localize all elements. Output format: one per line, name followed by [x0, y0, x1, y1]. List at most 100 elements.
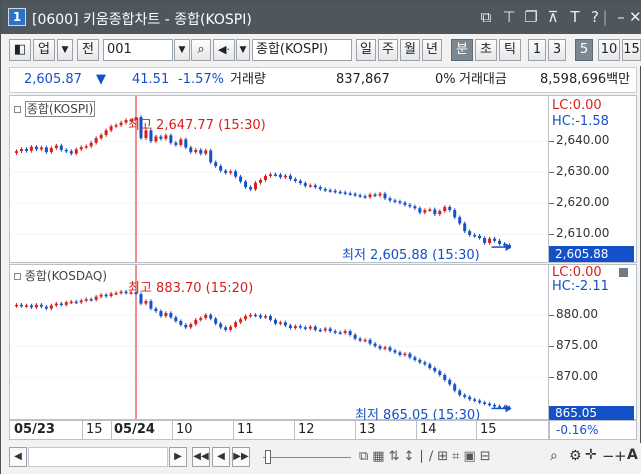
candle-body: [179, 139, 183, 145]
candle-body: [239, 319, 243, 323]
price-change-pct: -1.57%: [178, 72, 224, 87]
zoom-in-icon[interactable]: +: [614, 447, 627, 465]
period-tick-button[interactable]: 틱: [499, 39, 521, 61]
candle-body: [483, 402, 487, 404]
amount-label: 거래대금: [459, 72, 507, 87]
candle-body: [74, 149, 78, 154]
kosdaq-title-wrap[interactable]: 종합(KOSDAQ): [14, 267, 108, 284]
kosdaq-price-scale[interactable]: LC:0.00 HC:-2.11 880.00 875.00 870.00 865.…: [548, 265, 636, 421]
chart-window: 1 [0600] 키움종합차트 - 종합(KOSPI) ⧉ ⊤ ❐ ⊼ T ? …: [0, 0, 641, 474]
search-icon[interactable]: ⌕: [191, 39, 211, 61]
period-day-button[interactable]: 일: [356, 39, 376, 61]
candle-body: [154, 308, 158, 312]
candle-body: [159, 311, 163, 317]
candle-body: [308, 185, 312, 187]
sound-dropdown-icon[interactable]: ▼: [236, 39, 250, 61]
zoom-slider[interactable]: [257, 447, 357, 467]
auto-scale-icon[interactable]: A: [627, 447, 638, 463]
minimize-icon[interactable]: –: [612, 8, 630, 26]
zoom-out-icon[interactable]: −: [602, 447, 615, 465]
zoom-slider-track: [263, 457, 351, 458]
candle-body: [214, 318, 218, 324]
candle-body: [39, 304, 43, 307]
period-year-button[interactable]: 년: [422, 39, 442, 61]
candle-body: [244, 181, 248, 188]
candle-body: [273, 174, 277, 176]
link-icon[interactable]: ⧉: [477, 8, 495, 26]
prev-icon[interactable]: ◀: [212, 447, 230, 467]
pin-top-icon[interactable]: ⊤: [500, 8, 518, 26]
scrollbar-track[interactable]: [28, 447, 168, 467]
kosdaq-chart-panel[interactable]: 종합(KOSDAQ) 최고 883.70 (15:20) 최저 865.05 (…: [9, 264, 637, 423]
tool-icons[interactable]: ⧉▦⇅↕∣∕⊞⌗▣⊟: [359, 449, 495, 464]
candle-body: [298, 326, 302, 328]
period-minute-button[interactable]: 분: [451, 39, 473, 61]
candle-body: [59, 145, 63, 150]
kospi-title-wrap[interactable]: 종합(KOSPI): [14, 100, 96, 117]
restore-icon[interactable]: ❐: [522, 8, 540, 26]
interval-10-button[interactable]: 10: [598, 39, 620, 61]
quote-bar: 2,605.87 ▼ 41.51 -1.57% 거래량 837,867 0% 거…: [9, 67, 637, 93]
candle-body: [348, 331, 352, 335]
candle-body: [94, 138, 98, 143]
font-icon[interactable]: T: [566, 8, 584, 26]
candle-body: [239, 176, 243, 182]
price-change: 41.51: [132, 72, 170, 87]
zoom-slider-thumb[interactable]: [265, 450, 271, 464]
candle-body: [323, 188, 327, 191]
period-second-button[interactable]: 초: [475, 39, 497, 61]
market-dropdown-icon[interactable]: ▼: [57, 39, 73, 61]
scroll-right-icon[interactable]: ▶: [169, 447, 187, 467]
kospi-high-label: 최고 2,647.77 (15:30): [128, 118, 266, 133]
kosdaq-scale-menu-icon[interactable]: [619, 268, 628, 277]
kosdaq-high-label: 최고 883.70 (15:20): [128, 281, 254, 296]
xaxis-label: 15: [480, 422, 497, 437]
window-number-badge[interactable]: 1: [8, 8, 26, 26]
candle-body: [99, 135, 103, 139]
first-page-icon[interactable]: ◀◀: [192, 447, 210, 467]
scroll-left-icon[interactable]: ◀: [9, 447, 27, 467]
crosshair-icon[interactable]: ✛: [585, 447, 597, 463]
interval-3-button[interactable]: 3: [548, 39, 566, 61]
settings-icon[interactable]: ⚙: [569, 448, 582, 464]
period-week-button[interactable]: 주: [378, 39, 398, 61]
code-dropdown-icon[interactable]: ▼: [174, 39, 190, 61]
full-button[interactable]: 전: [77, 39, 99, 61]
close-icon[interactable]: ✕: [629, 8, 641, 26]
magnify-icon[interactable]: ⌕: [550, 448, 558, 464]
candle-body: [84, 299, 88, 301]
candle-body: [433, 368, 437, 372]
kospi-low-label: 최저 2,605.88 (15:30): [342, 248, 480, 263]
candle-body: [498, 240, 502, 244]
kosdaq-panel-icon[interactable]: [14, 273, 21, 280]
candle-body: [333, 190, 337, 193]
candle-body: [249, 187, 253, 190]
code-input[interactable]: 001: [103, 39, 173, 61]
candle-body: [184, 324, 188, 328]
split-icon[interactable]: ⊼: [544, 8, 562, 26]
title-bar[interactable]: 1 [0600] 키움종합차트 - 종합(KOSPI) ⧉ ⊤ ❐ ⊼ T ? …: [1, 1, 641, 34]
time-axis[interactable]: 05/23 15 05/24 10 11 12 13 14 15: [9, 420, 549, 440]
candle-body: [443, 374, 447, 380]
kospi-candle-chart[interactable]: [10, 96, 550, 262]
interval-1-button[interactable]: 1: [528, 39, 546, 61]
candle-body: [263, 175, 267, 180]
market-select[interactable]: 업: [33, 39, 55, 61]
period-month-button[interactable]: 월: [400, 39, 420, 61]
kosdaq-title: 종합(KOSDAQ): [24, 269, 108, 283]
candle-body: [29, 305, 33, 308]
kosdaq-candle-chart[interactable]: [10, 265, 550, 419]
kospi-chart-panel[interactable]: 종합(KOSPI) 최고 2,647.77 (15:30) 최저 2,605.8…: [9, 95, 637, 263]
kospi-panel-icon[interactable]: [14, 106, 21, 113]
xaxis-label: 05/24: [114, 422, 155, 437]
interval-15-button[interactable]: 15: [622, 39, 641, 61]
layout-icon[interactable]: ◧: [9, 39, 31, 61]
xaxis-label: 13: [359, 422, 376, 437]
kospi-price-scale[interactable]: LC:0.00 HC:-1.58 2,640.00 2,630.00 2,620.0…: [548, 96, 636, 262]
sound-icon[interactable]: ◀·: [213, 39, 235, 61]
next-icon[interactable]: ▶▶: [232, 447, 250, 467]
title-separator: |: [602, 8, 608, 26]
interval-5-button[interactable]: 5: [575, 39, 593, 61]
candle-body: [194, 149, 198, 153]
candle-body: [473, 399, 477, 401]
